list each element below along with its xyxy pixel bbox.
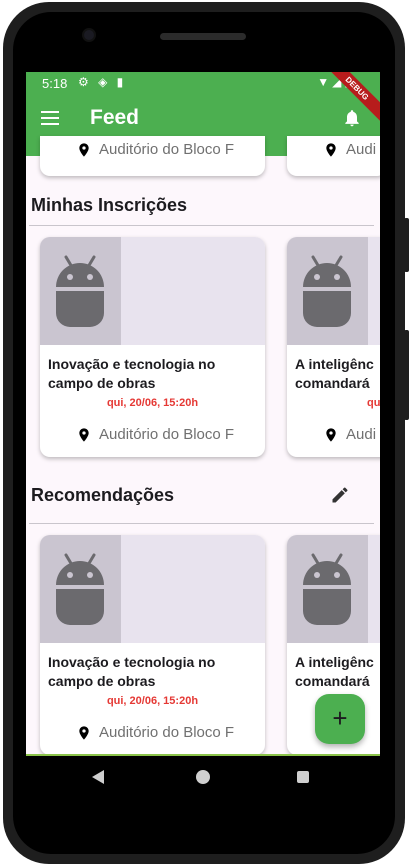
event-image-placeholder [287,237,368,345]
page-title: Feed [90,106,140,129]
section-title-inscricoes: Minhas Inscrições [31,195,188,215]
event-image-area [287,535,380,643]
status-bar: 5:18 ⚙ ◈ ▮ ▼◢▮ DEBUG [26,72,380,125]
event-card[interactable]: A inteligênc comandará qui, 2 Audi [287,237,380,457]
status-notification-icons: ⚙ ◈ ▮ [78,75,127,89]
event-card[interactable]: Inovação e tecnologia no campo de obras … [40,237,265,457]
event-name: A inteligênc comandará [295,356,374,391]
add-event-fab[interactable]: + [315,694,365,744]
event-image-area [40,237,265,345]
event-place: Auditório do Bloco F [99,141,235,158]
app-screen: 5:18 ⚙ ◈ ▮ ▼◢▮ DEBUG Feed Auditório do B… [26,72,380,756]
event-place: Audi [346,426,377,443]
location-pin-icon [79,428,89,442]
earpiece-speaker [160,33,246,40]
status-time: 5:18 [42,76,68,91]
power-button [404,330,409,420]
location-pin-icon [79,143,89,157]
section-divider [29,523,374,524]
event-card[interactable]: Audi [287,136,380,176]
event-place: Auditório do Bloco F [99,724,235,741]
event-place: Audi [346,141,377,158]
edit-icon[interactable] [330,485,350,505]
event-name: Inovação e tecnologia no campo de obras [48,356,216,391]
event-date: qui, 20/06, 15:20h [106,397,199,409]
android-icon [56,255,104,327]
event-image-placeholder [40,535,121,643]
volume-button [404,218,409,272]
bell-icon[interactable] [342,107,362,129]
event-image-placeholder [287,535,368,643]
event-place: Auditório do Bloco F [99,426,235,443]
section-title-recomendacoes: Recomendações [31,485,175,505]
front-camera [84,30,94,40]
android-icon [303,255,351,327]
section-divider [29,225,374,226]
menu-icon[interactable] [41,111,59,125]
event-date: qui, 2 [367,397,380,409]
event-date: qui, 20/06, 15:20h [106,695,199,707]
event-name: A inteligênc comandará [295,654,374,689]
android-icon [56,553,104,625]
location-pin-icon [326,143,336,157]
event-card[interactable]: Inovação e tecnologia no campo de obras … [40,535,265,755]
nav-home-icon[interactable] [196,770,210,784]
event-card[interactable]: Auditório do Bloco F [40,136,265,176]
event-image-area [287,237,380,345]
nav-recents-icon[interactable] [297,771,309,783]
nav-back-icon[interactable] [92,770,104,784]
event-name: Inovação e tecnologia no campo de obras [48,654,216,689]
event-image-placeholder [40,237,121,345]
system-nav-bar [26,756,380,800]
event-image-area [40,535,265,643]
location-pin-icon [326,428,336,442]
location-pin-icon [79,726,89,740]
android-icon [303,553,351,625]
feed-content: Auditório do Bloco F Audi Minhas Inscriç… [26,136,380,756]
